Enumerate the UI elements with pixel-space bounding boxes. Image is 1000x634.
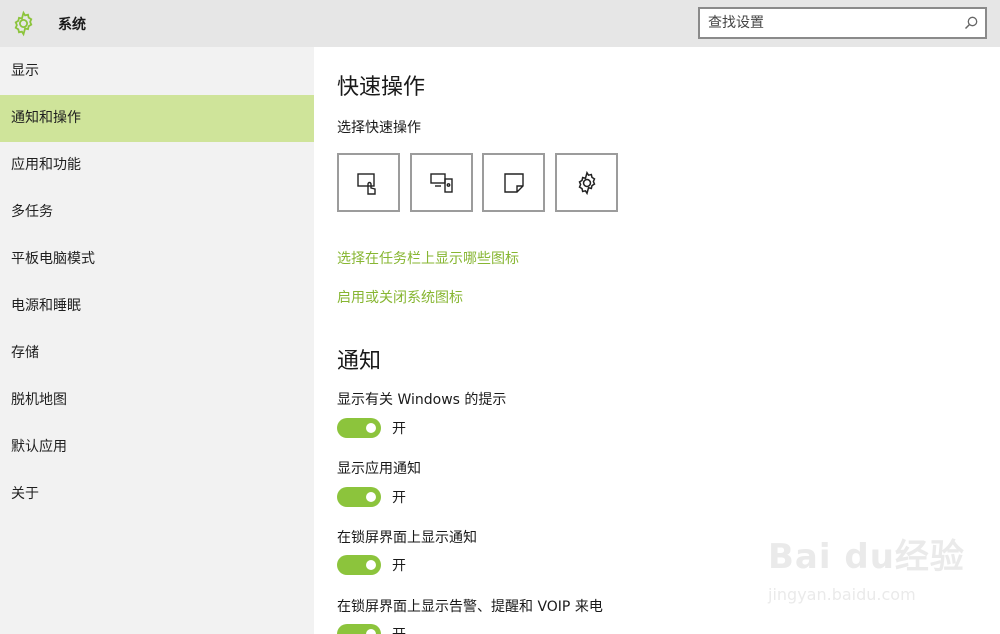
sidebar-item-about[interactable]: 关于	[0, 471, 314, 518]
lockscreen-notifications-toggle[interactable]	[337, 555, 381, 575]
quick-action-settings-button[interactable]	[555, 153, 618, 212]
search-icon[interactable]	[963, 15, 979, 31]
windows-tips-state: 开	[392, 421, 406, 437]
sidebar-item-notifications-actions[interactable]: 通知和操作	[0, 95, 314, 142]
quick-action-tablet-mode-button[interactable]	[337, 153, 400, 212]
title-bar: 系统	[0, 0, 1000, 47]
lockscreen-alarms-voip-label: 在锁屏界面上显示告警、提醒和 VOIP 来电	[337, 599, 603, 615]
baidu-watermark: Bai du经验 jingyan.baidu.com	[768, 525, 968, 615]
app-notifications-label: 显示应用通知	[337, 461, 421, 477]
sidebar-item-display[interactable]: 显示	[0, 48, 314, 95]
sidebar-item-default-apps[interactable]: 默认应用	[0, 424, 314, 471]
sidebar-item-storage[interactable]: 存储	[0, 330, 314, 377]
sidebar-item-offline-maps[interactable]: 脱机地图	[0, 377, 314, 424]
notifications-heading: 通知	[337, 349, 382, 374]
search-box[interactable]	[698, 7, 987, 39]
system-icons-link[interactable]: 启用或关闭系统图标	[337, 287, 463, 307]
quick-actions-heading: 快速操作	[337, 75, 426, 100]
watermark-brand: Bai du经验	[768, 537, 965, 577]
lockscreen-alarms-voip-state: 开	[392, 624, 406, 634]
sidebar: 显示 通知和操作 应用和功能 多任务 平板电脑模式 电源和睡眠 存储 脱机地图 …	[0, 47, 314, 634]
windows-tips-label: 显示有关 Windows 的提示	[337, 392, 507, 408]
sidebar-item-multitasking[interactable]: 多任务	[0, 189, 314, 236]
quick-actions-subheading: 选择快速操作	[337, 120, 421, 136]
taskbar-icons-link[interactable]: 选择在任务栏上显示哪些图标	[337, 248, 519, 268]
quick-action-note-button[interactable]	[482, 153, 545, 212]
lockscreen-notifications-state: 开	[392, 558, 406, 574]
sidebar-item-apps-features[interactable]: 应用和功能	[0, 142, 314, 189]
note-icon	[504, 173, 524, 193]
settings-app-gear-icon	[14, 10, 33, 37]
sidebar-item-power-sleep[interactable]: 电源和睡眠	[0, 283, 314, 330]
app-notifications-toggle[interactable]	[337, 487, 381, 507]
search-input[interactable]	[708, 14, 948, 32]
connect-icon	[430, 173, 453, 193]
watermark-url: jingyan.baidu.com	[768, 585, 916, 604]
app-notifications-state: 开	[392, 490, 406, 506]
lockscreen-notifications-label: 在锁屏界面上显示通知	[337, 530, 477, 546]
tablet-mode-icon	[357, 173, 376, 195]
lockscreen-alarms-voip-toggle[interactable]	[337, 624, 381, 634]
settings-gear-icon	[578, 170, 596, 196]
sidebar-item-tablet-mode[interactable]: 平板电脑模式	[0, 236, 314, 283]
quick-action-connect-button[interactable]	[410, 153, 473, 212]
windows-tips-toggle[interactable]	[337, 418, 381, 438]
window-title: 系统	[58, 17, 86, 33]
